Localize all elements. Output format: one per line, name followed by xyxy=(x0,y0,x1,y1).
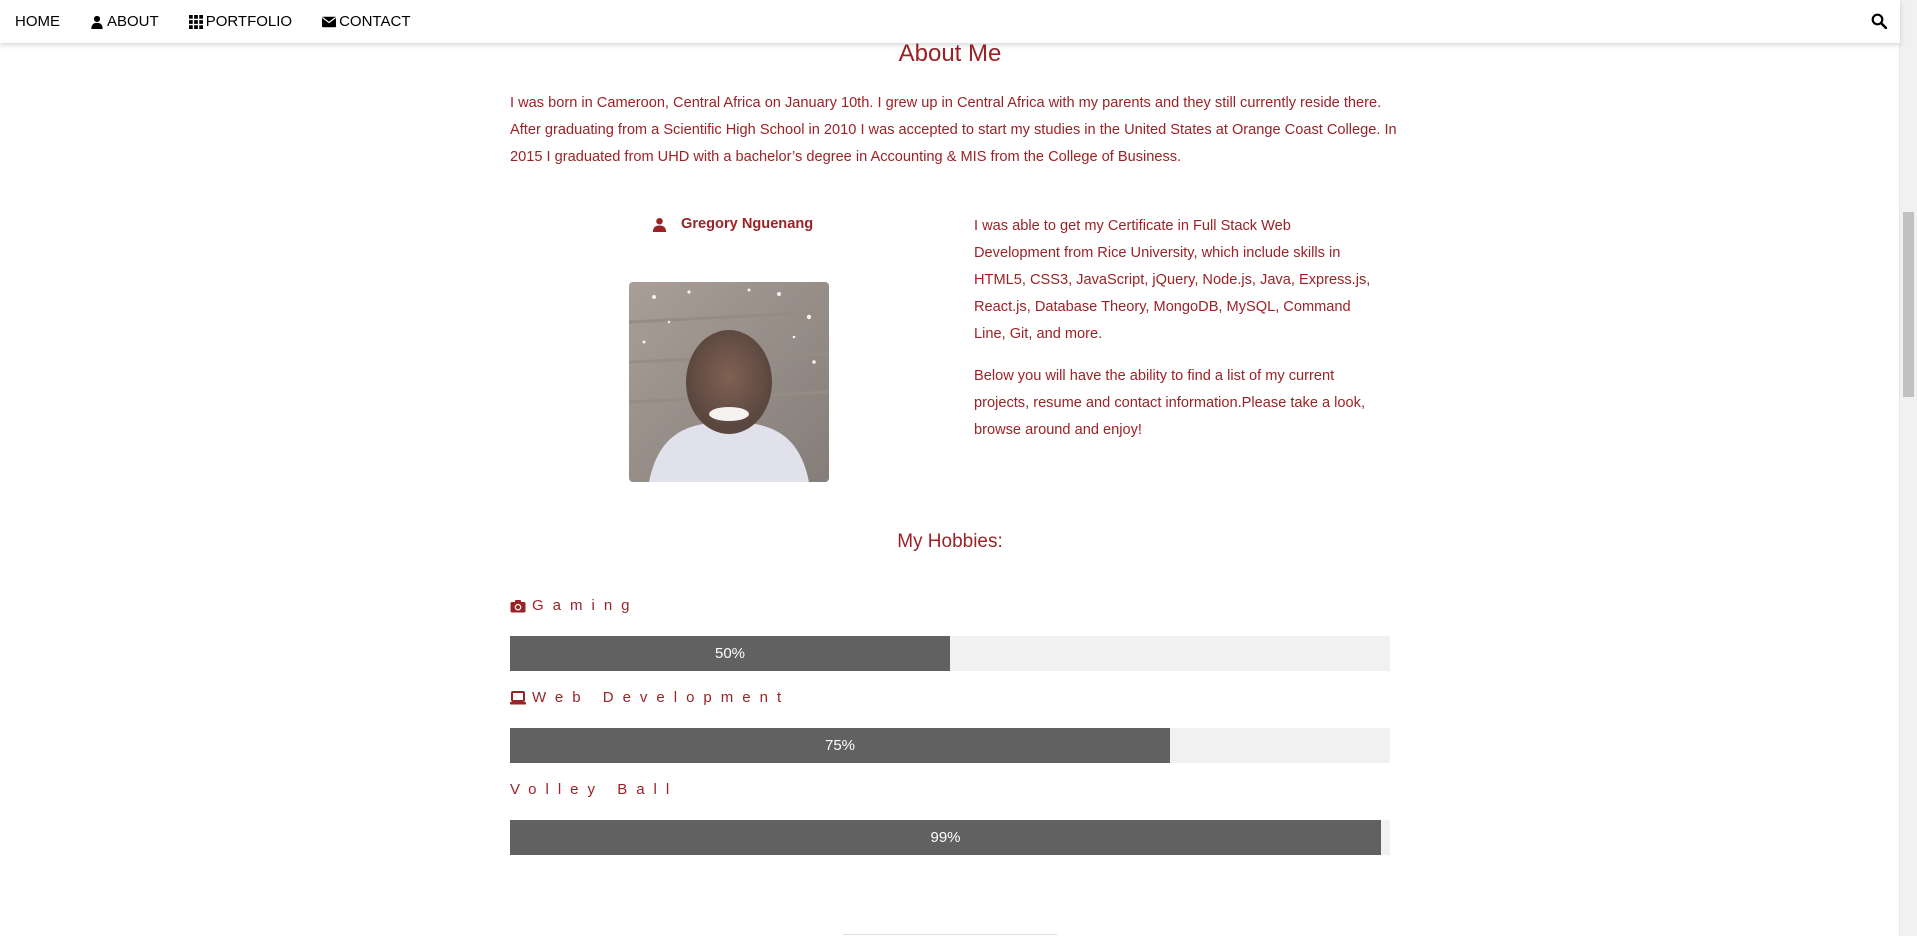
hobby-label-gaming: Gaming xyxy=(510,597,639,614)
hobbies-title: My Hobbies: xyxy=(897,531,1003,552)
progress-fill: 75% xyxy=(510,728,1170,763)
nav-label: ABOUT xyxy=(107,13,159,30)
nav-label: HOME xyxy=(15,13,60,30)
nav-label: PORTFOLIO xyxy=(205,13,293,30)
about-section: About Me I was born in Cameroon, Central… xyxy=(0,0,1900,936)
hobby-progress-bar: 99% xyxy=(510,820,1390,855)
profile-photo xyxy=(629,282,829,482)
hobby-label-web-development: Web Development xyxy=(510,689,790,706)
profile-name-text: Gregory Nguenang xyxy=(681,216,814,232)
camera-icon xyxy=(510,599,526,612)
laptop-icon xyxy=(510,690,526,704)
nav-portfolio[interactable]: PORTFOLIO xyxy=(174,0,307,43)
hobby-label-volley-ball: Volley Ball xyxy=(510,781,678,798)
grid-icon xyxy=(188,14,203,29)
nav-contact[interactable]: CONTACT xyxy=(307,0,425,43)
scrollbar-thumb[interactable] xyxy=(1903,212,1914,397)
nav-label: CONTACT xyxy=(339,13,411,30)
bio-column: I was able to get my Certificate in Full… xyxy=(974,213,1374,459)
bio-paragraph: I was able to get my Certificate in Full… xyxy=(974,218,1371,342)
about-title: About Me xyxy=(898,40,1002,67)
hobby-progress-bar: 75% xyxy=(510,728,1390,763)
hobby-label-text: Gaming xyxy=(532,597,639,614)
envelope-icon xyxy=(322,16,337,27)
progress-fill: 50% xyxy=(510,636,950,671)
nav-home[interactable]: HOME xyxy=(0,0,75,43)
about-intro: I was born in Cameroon, Central Africa o… xyxy=(510,95,1397,165)
hobby-progress-bar: 50% xyxy=(510,636,1390,671)
progress-fill: 99% xyxy=(510,820,1381,855)
hobby-label-text: Volley Ball xyxy=(510,781,679,798)
bio-paragraph: Below you will have the ability to find … xyxy=(974,368,1365,438)
top-navbar: HOME ABOUT PORTFOLIO CONTACT xyxy=(0,0,1900,43)
search-icon[interactable] xyxy=(1871,13,1887,29)
profile-name: Gregory Nguenang xyxy=(652,216,813,232)
section-divider xyxy=(843,934,1057,935)
user-icon xyxy=(91,15,103,29)
hobby-label-text: Web Development xyxy=(532,689,791,706)
page-scrollbar[interactable] xyxy=(1899,0,1917,936)
user-icon xyxy=(652,217,667,232)
nav-about[interactable]: ABOUT xyxy=(75,0,174,43)
